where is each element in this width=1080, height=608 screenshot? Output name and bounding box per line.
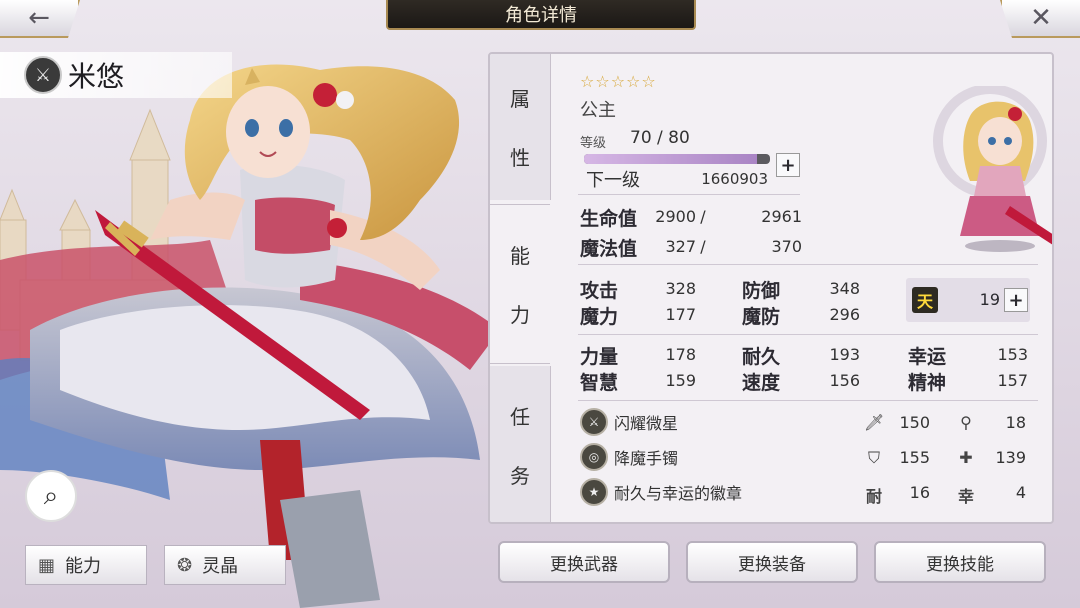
atk-label: 攻击 [580,280,619,302]
sword-icon: ⚔ [24,56,62,94]
equipment-stat-value: 155 [899,448,930,467]
mp-separator: / [700,237,706,256]
spd-value: 156 [829,371,860,390]
change-equipment-button[interactable]: 更换装备 [686,541,858,583]
xp-progress-fill [584,154,757,164]
defense-stat-icon: ⛉ [867,448,880,467]
luck-label: 幸运 [908,346,947,368]
divider [578,334,1038,335]
luck-stat-label: 幸 [957,487,974,506]
equipment-row[interactable]: ⚔ 闪耀微星 [580,407,678,437]
spd-label: 速度 [742,372,781,394]
attack-stat-icon: 🗡 [864,413,885,432]
hp-label: 生命值 [580,208,638,230]
equipment-stat-value: 18 [1005,413,1026,432]
spi-label: 精神 [908,372,947,394]
hp-separator: / [700,207,706,226]
badge-icon: ★ [580,478,608,506]
mdef-label: 魔防 [742,306,781,328]
mp-max: 370 [771,237,802,256]
change-weapon-button[interactable]: 更换武器 [498,541,670,583]
equipment-stat-value: 16 [909,483,930,502]
equipment-name: 降魔手镯 [614,449,679,468]
crystal-tab-button[interactable]: ❂ 灵晶 [164,545,286,585]
ten-icon: 天 [912,287,938,313]
str-value: 178 [665,345,696,364]
equipment-name: 闪耀微星 [614,414,679,433]
back-arrow-icon: ← [28,3,50,33]
magic-defense-stat-icon: ✚ [959,448,973,467]
tab-attributes-char-2: 性 [510,146,530,170]
tab-attributes-char-1: 属 [510,87,530,111]
equipment-row[interactable]: ★ 耐久与幸运的徽章 [580,477,742,507]
grid-icon: ▦ [38,554,56,576]
ten-plus-button[interactable]: + [1004,288,1028,312]
end-value: 193 [829,345,860,364]
hp-current: 2900 [655,207,696,226]
endurance-stat-label: 耐 [865,487,882,506]
change-skill-button[interactable]: 更换技能 [874,541,1046,583]
bracelet-icon: ◎ [580,443,608,471]
next-level-label: 下一级 [586,170,640,191]
tab-quest-char-1: 任 [510,405,530,429]
ability-tab-label: 能力 [65,556,102,577]
panel-side-tabs: 属 性 能 力 任 务 [490,54,551,522]
xp-progress-bar [584,154,770,164]
character-detail-panel: 属 性 能 力 任 务 ☆☆☆☆☆ 公主 等级 70 / 80 + 下一级 16… [488,52,1054,524]
mp-current: 327 [665,237,696,256]
mp-label: 魔法值 [580,238,638,260]
ten-value: 19 [979,290,1000,309]
mdef-value: 296 [829,305,860,324]
tab-ability-char-1: 能 [510,244,530,268]
tab-quest[interactable]: 任 务 [490,366,551,522]
divider [578,194,800,195]
chibi-portrait [933,86,1052,252]
atk-value: 328 [665,279,696,298]
crystal-icon: ❂ [177,554,193,576]
def-label: 防御 [742,280,781,302]
back-button[interactable]: ← [0,0,80,38]
rarity-stars: ☆☆☆☆☆ [580,72,657,91]
close-icon: ✕ [1030,3,1052,33]
sword-icon: ⚔ [580,408,608,436]
equipment-stat-value: 150 [899,413,930,432]
character-name: 米悠 [68,60,125,93]
tab-quest-char-2: 务 [510,464,530,488]
int-label: 智慧 [580,372,619,394]
spi-value: 157 [997,371,1028,390]
tab-attributes[interactable]: 属 性 [490,54,551,200]
divider [578,400,1038,401]
equipment-row[interactable]: ◎ 降魔手镯 [580,442,678,472]
def-value: 348 [829,279,860,298]
page-title: 角色详情 [386,0,696,30]
ten-stat-box: 天 19 + [906,278,1030,322]
equipment-stat-value: 4 [1015,483,1026,502]
tab-ability[interactable]: 能 力 [490,204,550,364]
mag-value: 177 [665,305,696,324]
end-label: 耐久 [742,346,781,368]
int-value: 159 [665,371,696,390]
str-label: 力量 [580,346,619,368]
hp-max: 2961 [761,207,802,226]
mag-label: 魔力 [580,306,619,328]
character-name-banner: ⚔ 米悠 [0,52,232,98]
equipment-name: 耐久与幸运的徽章 [614,484,743,503]
close-button[interactable]: ✕ [1000,0,1080,38]
zoom-search-button[interactable]: ⌕ [25,470,77,522]
ability-tab-button[interactable]: ▦ 能力 [25,545,147,585]
character-title: 公主 [580,100,616,121]
magic-stat-icon: ⚲ [960,413,972,432]
crystal-tab-label: 灵晶 [202,556,239,577]
tab-ability-char-2: 力 [510,303,530,327]
next-level-value: 1660903 [701,170,768,188]
panel-content: ☆☆☆☆☆ 公主 等级 70 / 80 + 下一级 1660903 生命值 29… [550,54,1052,522]
divider [578,264,1038,265]
luck-value: 153 [997,345,1028,364]
level-value: 70 / 80 [630,128,690,148]
level-label: 等级 [580,136,607,151]
level-up-plus-button[interactable]: + [776,153,800,177]
equipment-stat-value: 139 [995,448,1026,467]
search-icon: ⌕ [43,480,59,511]
